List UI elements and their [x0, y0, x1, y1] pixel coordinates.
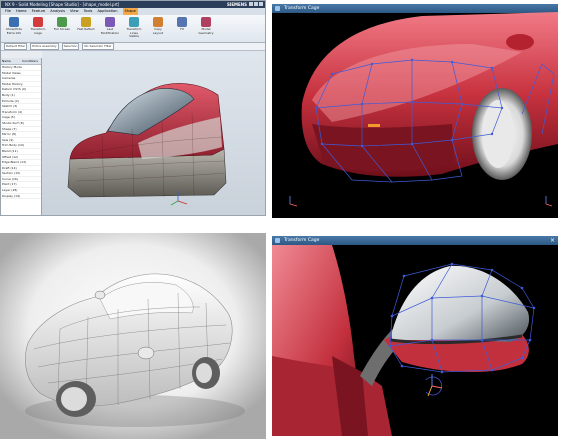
- navigator-column-conditions[interactable]: Conditions: [21, 58, 41, 64]
- mirror-closeup-render[interactable]: [272, 236, 558, 436]
- filter-dropdown-1[interactable]: Entire Assembly: [30, 43, 59, 50]
- transform-cage-front-view: Transform Cage: [272, 4, 558, 218]
- white-car-surface-render: [0, 233, 266, 439]
- ribbon-button-label: Full Screen: [53, 27, 71, 31]
- window-controls: [249, 2, 263, 6]
- brand-label: SIEMENS: [226, 2, 247, 7]
- menu-item-shape[interactable]: Shape: [122, 8, 138, 15]
- menu-item-feature[interactable]: Feature: [32, 8, 46, 15]
- filter-dropdown-3[interactable]: No Selection Filter: [82, 43, 114, 50]
- ribbon-button-icon: [9, 17, 19, 27]
- ribbon-toolbar: Show/Hide Extra Info Transform Cage Full S…: [1, 15, 265, 43]
- close-button[interactable]: [259, 2, 263, 6]
- white-car-svg[interactable]: [0, 233, 266, 439]
- ribbon-button-3[interactable]: Fast Reflect: [77, 17, 95, 40]
- ribbon-button-icon: [81, 17, 91, 27]
- filter-dropdown-0[interactable]: Default Filter: [4, 43, 28, 50]
- ribbon-button-icon: [33, 17, 43, 27]
- menu-item-home[interactable]: Home: [16, 8, 27, 15]
- window-title-bar: NX 9 - Solid Modeling [Shape Studio] - […: [1, 1, 265, 8]
- selection-toolbar: Default Filter Entire Assembly Selection No…: [1, 43, 265, 51]
- ribbon-button-label: Transform Cage: [30, 27, 46, 35]
- navigator-rows: History Mode Model Views Cameras Model Hist…: [1, 65, 41, 200]
- ribbon-button-icon: [201, 17, 211, 27]
- ribbon-button-label: Last Modification: [100, 27, 120, 35]
- nx-application-window: NX 9 - Solid Modeling [Shape Studio] - […: [0, 0, 266, 216]
- ribbon-button-label: Fit: [180, 27, 184, 31]
- graphics-viewport[interactable]: [42, 51, 266, 216]
- ribbon-button-6[interactable]: Copy Layout: [149, 17, 167, 40]
- menu-item-analysis[interactable]: Analysis: [50, 8, 65, 15]
- ribbon-button-0[interactable]: Show/Hide Extra Info: [5, 17, 23, 40]
- navigator-header: Name Conditions: [1, 58, 41, 65]
- ribbon-button-icon: [129, 17, 139, 27]
- ribbon-button-5[interactable]: Transform Lines Visible: [125, 17, 143, 40]
- menu-item-tools[interactable]: Tools: [84, 8, 93, 15]
- ribbon-button-label: Show/Hide Extra Info: [6, 27, 22, 35]
- window-title: NX 9 - Solid Modeling [Shape Studio] - […: [5, 2, 120, 7]
- menu-bar: File Home Feature Analysis View Tools Applicat…: [1, 8, 265, 15]
- ribbon-button-8[interactable]: Model Geometry: [197, 17, 215, 40]
- menu-item-application[interactable]: Application: [97, 8, 117, 15]
- ribbon-button-icon: [153, 17, 163, 27]
- maximize-button[interactable]: [254, 2, 258, 6]
- ribbon-button-label: Fast Reflect: [77, 27, 95, 31]
- car-front-render[interactable]: [272, 4, 558, 218]
- menu-item-file[interactable]: File: [5, 8, 11, 15]
- ribbon-button-1[interactable]: Transform Cage: [29, 17, 47, 40]
- ribbon-button-2[interactable]: Full Screen: [53, 17, 71, 40]
- ribbon-button-label: Transform Lines Visible: [126, 27, 142, 39]
- minimize-button[interactable]: [249, 2, 253, 6]
- menu-item-view[interactable]: View: [70, 8, 79, 15]
- ribbon-button-4[interactable]: Last Modification: [101, 17, 119, 40]
- transform-cage-mirror-view: Transform Cage ×: [272, 236, 558, 436]
- ribbon-button-icon: [105, 17, 115, 27]
- navigator-row[interactable]: Display (19): [1, 194, 41, 200]
- navigator-column-name[interactable]: Name: [1, 58, 21, 64]
- ribbon-button-7[interactable]: Fit: [173, 17, 191, 40]
- ribbon-button-label: Copy Layout: [152, 27, 164, 35]
- ribbon-button-icon: [57, 17, 67, 27]
- filter-dropdown-2[interactable]: Selection: [61, 43, 80, 50]
- ribbon-button-icon: [177, 17, 187, 27]
- ribbon-button-label: Model Geometry: [198, 27, 214, 35]
- part-navigator: Name Conditions History Mode Model Views C…: [1, 58, 42, 215]
- car-model-render[interactable]: [42, 51, 266, 216]
